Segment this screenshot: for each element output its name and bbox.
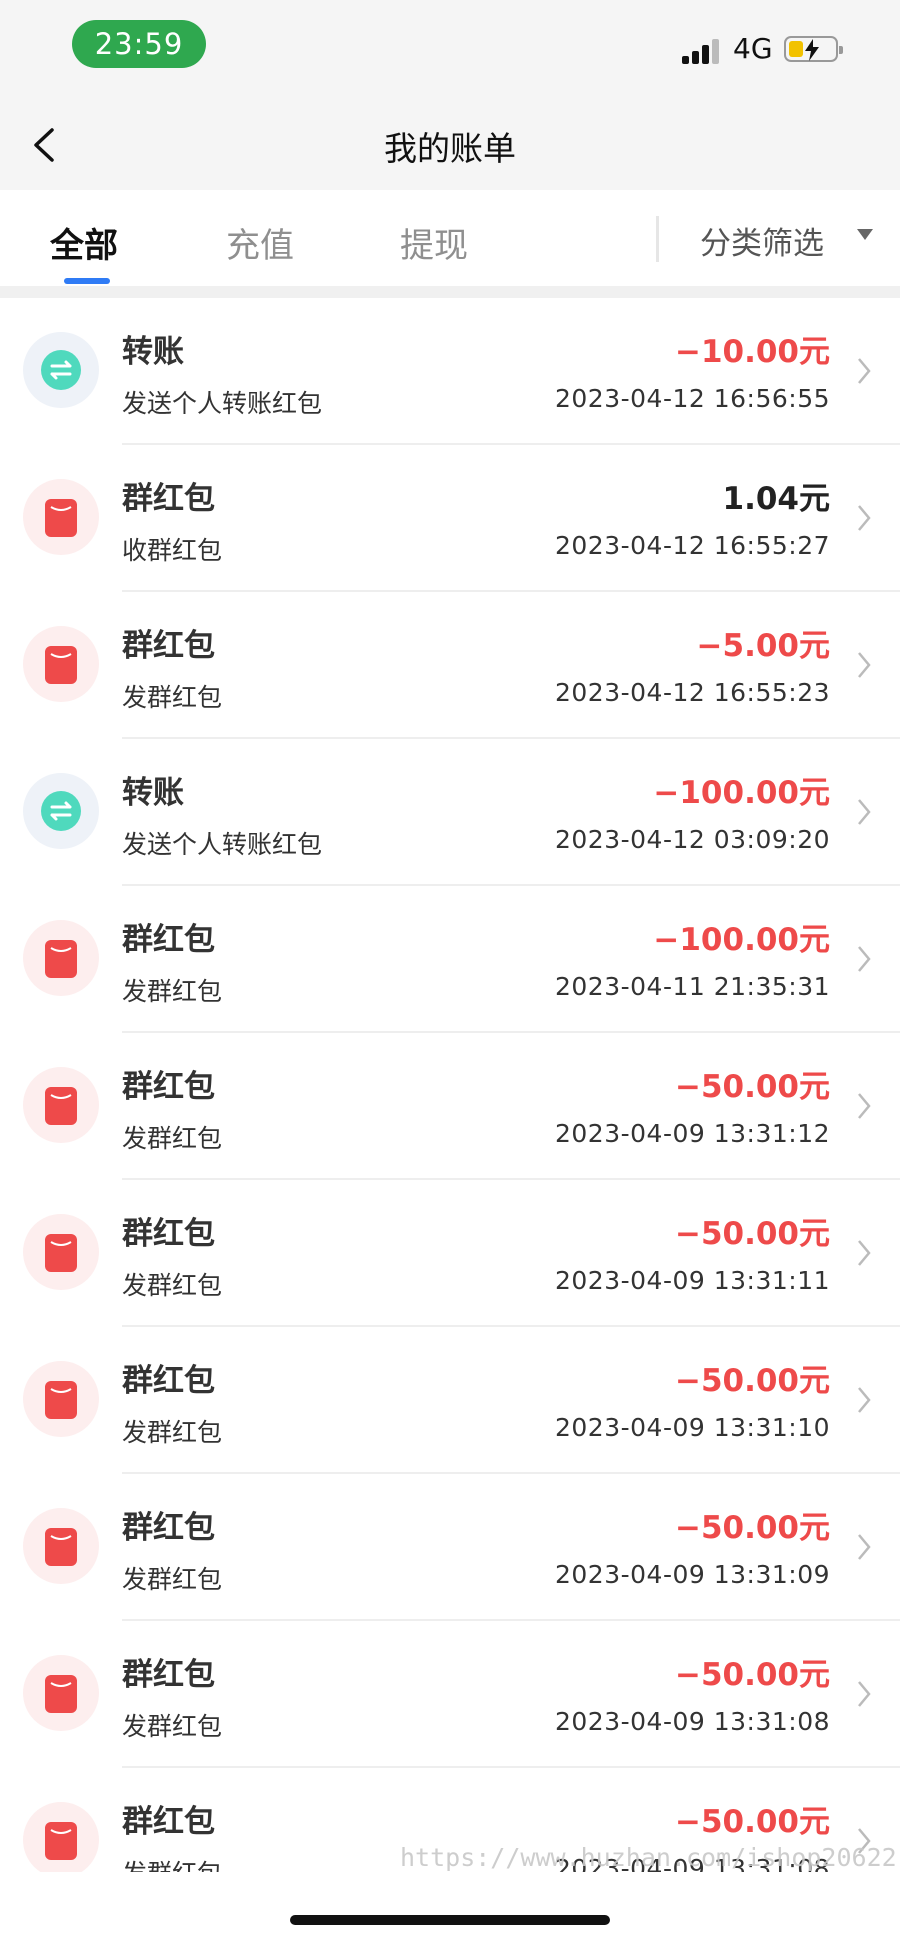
- transaction-subtitle: 发群红包: [122, 1712, 223, 1741]
- transaction-amount: −50.00元: [674, 1363, 830, 1399]
- transaction-row[interactable]: 群红包 发群红包 −50.00元 2023-04-09 13:31:12: [0, 1033, 900, 1180]
- transaction-datetime: 2023-04-12 16:55:23: [554, 678, 830, 707]
- tab-all[interactable]: 全部: [50, 218, 118, 267]
- tab-bar: 全部 充值 提现 分类筛选: [0, 190, 900, 286]
- transaction-amount: −50.00元: [674, 1510, 830, 1546]
- transaction-subtitle: 收群红包: [122, 536, 223, 565]
- transaction-subtitle: 发送个人转账红包: [122, 389, 323, 418]
- divider: [656, 216, 659, 262]
- page-title: 我的账单: [384, 129, 516, 168]
- red-packet-icon: [23, 1067, 99, 1143]
- chevron-right-icon: [858, 505, 871, 531]
- transaction-row[interactable]: 转账 发送个人转账红包 −10.00元 2023-04-12 16:56:55: [0, 298, 900, 445]
- transaction-row[interactable]: 转账 发送个人转账红包 −100.00元 2023-04-12 03:09:20: [0, 739, 900, 886]
- transaction-title: 群红包: [122, 1216, 215, 1252]
- transaction-datetime: 2023-04-12 16:55:27: [554, 531, 830, 560]
- transaction-amount: −10.00元: [674, 334, 830, 370]
- network-label: 4G: [733, 32, 773, 65]
- red-packet-icon: [23, 1361, 99, 1437]
- divider: [0, 286, 900, 298]
- transaction-row[interactable]: 群红包 发群红包 −50.00元 2023-04-09 13:31:08: [0, 1621, 900, 1768]
- red-packet-icon: [23, 1214, 99, 1290]
- transaction-list[interactable]: 转账 发送个人转账红包 −10.00元 2023-04-12 16:56:55 …: [0, 298, 900, 1872]
- transaction-amount: −50.00元: [674, 1216, 830, 1252]
- transaction-amount: −100.00元: [653, 775, 830, 811]
- transaction-datetime: 2023-04-12 03:09:20: [554, 825, 830, 854]
- transaction-title: 群红包: [122, 922, 215, 958]
- transaction-row[interactable]: 群红包 发群红包 −50.00元 2023-04-09 13:31:09: [0, 1474, 900, 1621]
- transaction-subtitle: 发群红包: [122, 1565, 223, 1594]
- transaction-row[interactable]: 群红包 发群红包 −50.00元 2023-04-09 13:31:10: [0, 1327, 900, 1474]
- status-bar: 23:59 4G: [0, 0, 900, 100]
- transaction-title: 转账: [122, 775, 184, 811]
- transaction-title: 转账: [122, 334, 184, 370]
- transaction-amount: −50.00元: [674, 1804, 830, 1840]
- transaction-datetime: 2023-04-09 13:31:12: [554, 1119, 830, 1148]
- transaction-datetime: 2023-04-12 16:56:55: [554, 384, 830, 413]
- transaction-amount: −5.00元: [696, 628, 830, 664]
- transaction-subtitle: 发群红包: [122, 683, 223, 712]
- chevron-right-icon: [858, 652, 871, 678]
- chevron-right-icon: [858, 1093, 871, 1119]
- transaction-amount: −50.00元: [674, 1069, 830, 1105]
- red-packet-icon: [23, 1655, 99, 1731]
- transaction-datetime: 2023-04-09 13:31:08: [554, 1707, 830, 1736]
- transaction-row[interactable]: 群红包 发群红包 −100.00元 2023-04-11 21:35:31: [0, 886, 900, 1033]
- red-packet-icon: [23, 626, 99, 702]
- transaction-title: 群红包: [122, 1069, 215, 1105]
- home-indicator[interactable]: [290, 1915, 610, 1925]
- red-packet-icon: [23, 1508, 99, 1584]
- chevron-right-icon: [858, 358, 871, 384]
- transaction-row[interactable]: 群红包 发群红包 −5.00元 2023-04-12 16:55:23: [0, 592, 900, 739]
- transaction-subtitle: 发群红包: [122, 977, 223, 1006]
- transaction-title: 群红包: [122, 481, 215, 517]
- chevron-right-icon: [858, 799, 871, 825]
- transaction-subtitle: 发群红包: [122, 1854, 222, 1872]
- transfer-icon: [23, 332, 99, 408]
- transaction-title: 群红包: [122, 1510, 215, 1546]
- transaction-amount: −50.00元: [674, 1657, 830, 1693]
- chevron-right-icon: [858, 946, 871, 972]
- transaction-amount: −100.00元: [653, 922, 830, 958]
- red-packet-icon: [23, 1802, 99, 1872]
- nav-bar: 我的账单: [0, 100, 900, 190]
- transaction-datetime: 2023-04-09 13:31:10: [554, 1413, 830, 1442]
- chevron-right-icon: [858, 1681, 871, 1707]
- transaction-datetime: 2023-04-11 21:35:31: [554, 972, 830, 1001]
- transaction-subtitle: 发群红包: [122, 1271, 223, 1300]
- category-filter-button[interactable]: 分类筛选: [700, 218, 824, 263]
- active-tab-indicator: [64, 278, 110, 284]
- transaction-amount: 1.04元: [722, 481, 831, 517]
- battery-charging-icon: [784, 36, 843, 62]
- watermark: https://www.huzhan.com/ishop20622: [400, 1843, 897, 1872]
- transaction-row[interactable]: 群红包 收群红包 1.04元 2023-04-12 16:55:27: [0, 445, 900, 592]
- transaction-title: 群红包: [122, 1657, 215, 1693]
- caret-down-icon[interactable]: [856, 228, 874, 242]
- transaction-title: 群红包: [122, 1804, 215, 1840]
- chevron-right-icon: [858, 1240, 871, 1266]
- transaction-datetime: 2023-04-09 13:31:09: [554, 1560, 830, 1589]
- status-time: 23:59: [72, 20, 206, 68]
- transaction-datetime: 2023-04-09 13:31:11: [554, 1266, 830, 1295]
- chevron-right-icon: [858, 1534, 871, 1560]
- tab-recharge[interactable]: 充值: [226, 218, 294, 267]
- chevron-right-icon: [858, 1387, 871, 1413]
- signal-icon: [682, 38, 726, 64]
- transaction-subtitle: 发送个人转账红包: [122, 830, 323, 859]
- transaction-subtitle: 发群红包: [122, 1418, 223, 1447]
- transaction-subtitle: 发群红包: [122, 1124, 223, 1153]
- transaction-title: 群红包: [122, 1363, 215, 1399]
- red-packet-icon: [23, 920, 99, 996]
- transfer-icon: [23, 773, 99, 849]
- tab-withdraw[interactable]: 提现: [400, 218, 468, 267]
- red-packet-icon: [23, 479, 99, 555]
- transaction-row[interactable]: 群红包 发群红包 −50.00元 2023-04-09 13:31:11: [0, 1180, 900, 1327]
- transaction-title: 群红包: [122, 628, 215, 664]
